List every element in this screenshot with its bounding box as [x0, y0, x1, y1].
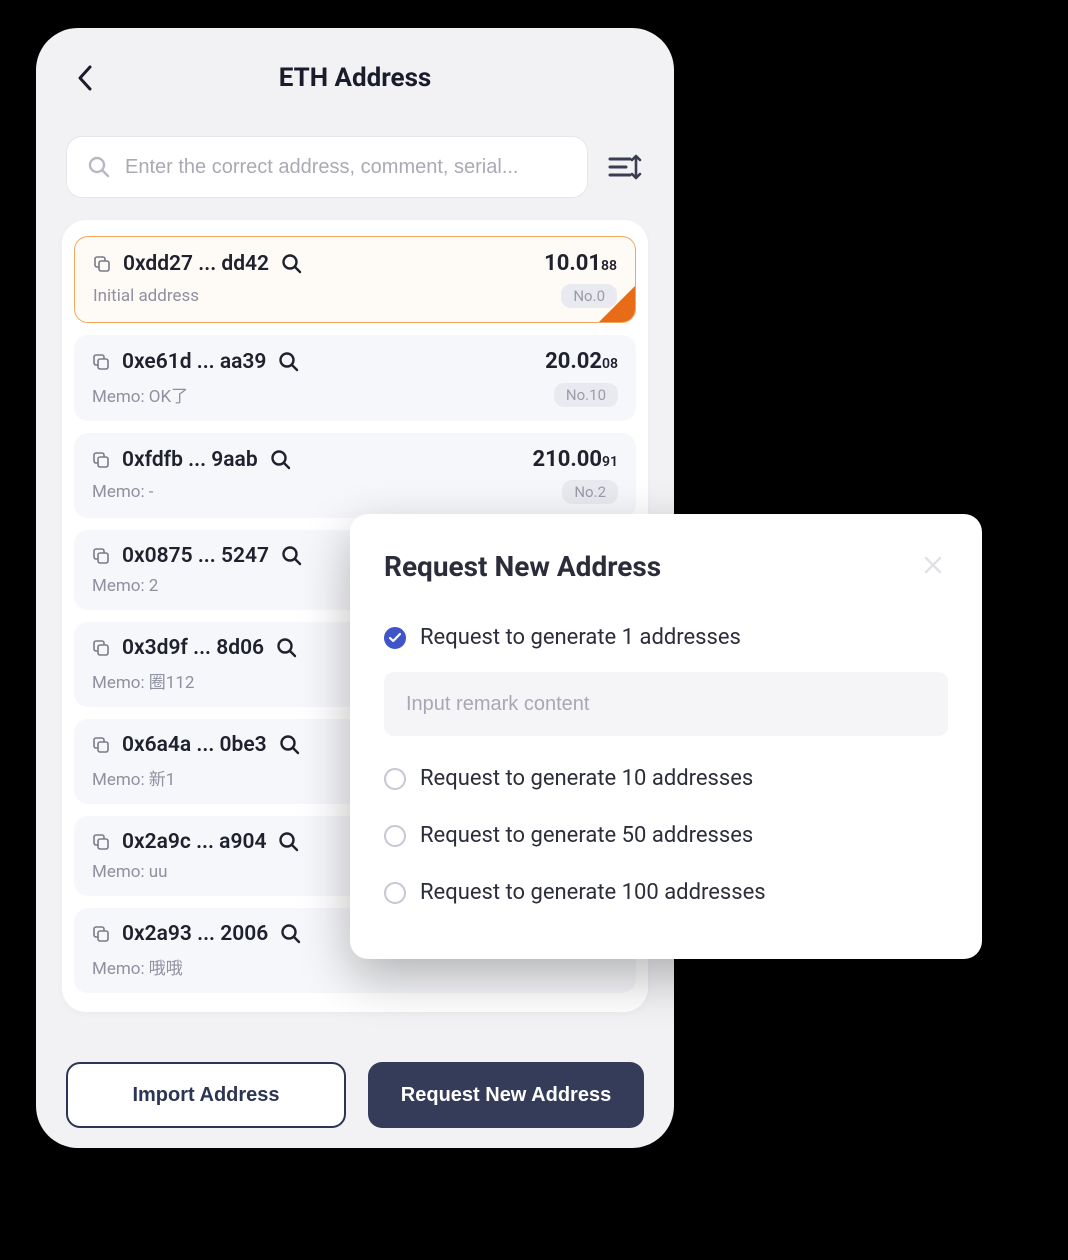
- modal-close-button[interactable]: [922, 554, 948, 580]
- radio-icon: [384, 627, 406, 649]
- close-icon: [922, 554, 944, 576]
- page-title: ETH Address: [279, 63, 432, 93]
- address-text: 0x0875 ... 5247: [122, 544, 269, 568]
- radio-icon: [384, 825, 406, 847]
- memo: Memo: 2: [92, 576, 158, 596]
- address-item[interactable]: 0xe61d ... aa39 20.0208 Memo: OK了 No.10: [74, 335, 636, 421]
- sort-icon: [608, 152, 642, 182]
- radio-option-50[interactable]: Request to generate 50 addresses: [384, 807, 948, 864]
- remark-input[interactable]: [384, 672, 948, 736]
- address-text: 0xfdfb ... 9aab: [122, 448, 258, 472]
- copy-icon[interactable]: [92, 451, 110, 469]
- address-text: 0xe61d ... aa39: [122, 350, 266, 374]
- copy-icon[interactable]: [92, 833, 110, 851]
- radio-label: Request to generate 10 addresses: [420, 766, 753, 791]
- address-text: 0x2a93 ... 2006: [122, 922, 268, 946]
- magnify-icon[interactable]: [281, 253, 303, 275]
- memo: Memo: 圈112: [92, 668, 194, 693]
- modal-title: Request New Address: [384, 550, 661, 583]
- import-address-button[interactable]: Import Address: [66, 1062, 346, 1128]
- radio-option-100[interactable]: Request to generate 100 addresses: [384, 864, 948, 921]
- search-input[interactable]: [125, 156, 567, 179]
- request-address-modal: Request New Address Request to generate …: [350, 514, 982, 959]
- serial-badge: No.2: [562, 480, 618, 504]
- balance: 10.0188: [544, 251, 617, 276]
- sort-button[interactable]: [606, 148, 644, 186]
- memo: Memo: 哦哦: [92, 954, 183, 979]
- address-text: 0x2a9c ... a904: [122, 830, 266, 854]
- magnify-icon[interactable]: [278, 831, 300, 853]
- magnify-icon[interactable]: [276, 637, 298, 659]
- magnify-icon[interactable]: [270, 449, 292, 471]
- radio-label: Request to generate 1 addresses: [420, 625, 741, 650]
- radio-label: Request to generate 100 addresses: [420, 880, 766, 905]
- copy-icon[interactable]: [93, 255, 111, 273]
- magnify-icon[interactable]: [280, 923, 302, 945]
- copy-icon[interactable]: [92, 736, 110, 754]
- copy-icon[interactable]: [92, 353, 110, 371]
- search-icon: [87, 155, 111, 179]
- copy-icon[interactable]: [92, 925, 110, 943]
- magnify-icon[interactable]: [278, 351, 300, 373]
- radio-option-10[interactable]: Request to generate 10 addresses: [384, 750, 948, 807]
- serial-badge: No.10: [554, 383, 618, 407]
- address-item[interactable]: 0xfdfb ... 9aab 210.0091 Memo: - No.2: [74, 433, 636, 518]
- selected-corner-icon: [599, 286, 635, 322]
- balance: 210.0091: [533, 447, 619, 472]
- search-row: [36, 136, 674, 198]
- header: ETH Address: [36, 28, 674, 128]
- address-text: 0x6a4a ... 0be3: [122, 733, 267, 757]
- address-text: 0x3d9f ... 8d06: [122, 636, 264, 660]
- radio-icon: [384, 768, 406, 790]
- radio-option-1[interactable]: Request to generate 1 addresses: [384, 609, 948, 666]
- back-button[interactable]: [72, 65, 98, 91]
- memo: Memo: uu: [92, 862, 168, 882]
- radio-icon: [384, 882, 406, 904]
- memo: Memo: OK了: [92, 382, 188, 407]
- bottom-bar: Import Address Request New Address: [36, 1062, 674, 1128]
- magnify-icon[interactable]: [279, 734, 301, 756]
- memo: Initial address: [93, 286, 199, 306]
- chevron-left-icon: [77, 65, 93, 91]
- magnify-icon[interactable]: [281, 545, 303, 567]
- address-text: 0xdd27 ... dd42: [123, 252, 269, 276]
- copy-icon[interactable]: [92, 639, 110, 657]
- copy-icon[interactable]: [92, 547, 110, 565]
- balance: 20.0208: [545, 349, 618, 374]
- memo: Memo: -: [92, 482, 154, 502]
- memo: Memo: 新1: [92, 765, 175, 790]
- search-box[interactable]: [66, 136, 588, 198]
- request-new-address-button[interactable]: Request New Address: [368, 1062, 644, 1128]
- radio-label: Request to generate 50 addresses: [420, 823, 753, 848]
- address-item[interactable]: 0xdd27 ... dd42 10.0188 Initial address …: [74, 236, 636, 323]
